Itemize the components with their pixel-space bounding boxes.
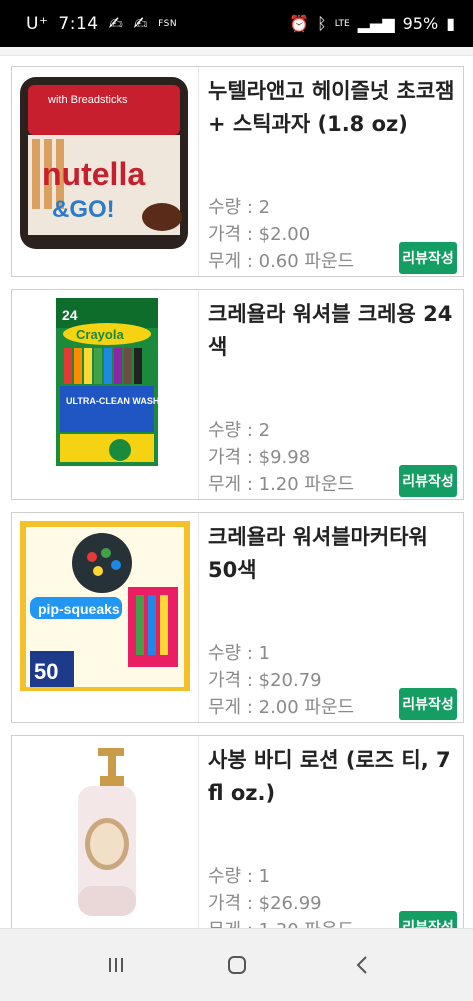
crayon-count-text: 24 [62, 307, 78, 323]
crayola-marker-tower-product-image: pip-squeaks 50 [20, 521, 190, 691]
nutella-top-text: with Breadsticks [47, 94, 128, 106]
order-item-list[interactable]: with Breadsticks nutella &GO! 누텔라앤고 헤이즐넛… [0, 55, 473, 928]
status-bar: U⁺ 7:14 ✍ ✍ FSN ⏰ ᛒ LTE ▂▄▆ 95% ▮ [0, 0, 473, 47]
item-quantity: 수량 : 1 [208, 866, 271, 887]
item-price: 가격 : $2.00 [208, 224, 311, 245]
signal-icon: ▂▄▆ [357, 14, 395, 33]
item-weight: 무게 : 2.00 파운드 [208, 697, 355, 718]
write-review-button[interactable]: 리뷰작성 [399, 688, 457, 720]
item-title[interactable]: 크레욜라 워셔블 크레용 24색 [208, 298, 458, 364]
marker-brand-text: pip-squeaks [38, 601, 120, 617]
order-item-card[interactable]: with Breadsticks nutella &GO! 누텔라앤고 헤이즐넛… [11, 66, 464, 277]
battery-icon: ▮ [446, 14, 455, 33]
status-extra-label: FSN [158, 19, 178, 29]
item-price: 가격 : $9.98 [208, 447, 311, 468]
sabon-body-lotion-product-image [78, 748, 136, 916]
crayon-brand-text: Crayola [76, 327, 124, 342]
item-weight: 무게 : 1.30 파운드 [208, 916, 354, 928]
write-review-button[interactable]: 리뷰작성 [399, 465, 457, 497]
nutella-brand-text: nutella [42, 156, 145, 192]
nutella-sub-text: &GO! [52, 196, 115, 223]
marker-count-text: 50 [34, 659, 58, 684]
clock: 7:14 [58, 14, 99, 34]
order-item-card[interactable]: 사봉 바디 로션 (로즈 티, 7 fl oz.) 수량 : 1 가격 : $2… [11, 735, 464, 928]
order-item-card[interactable]: 24 Crayola ULTRA-CLEAN WASHABLE CRAYONS … [11, 289, 464, 500]
item-quantity: 수량 : 1 [208, 643, 271, 664]
crayola-crayons-product-image: 24 Crayola ULTRA-CLEAN WASHABLE CRAYONS [56, 298, 198, 466]
crayon-sub-text: ULTRA-CLEAN WASHABLE CRAYONS [66, 396, 198, 406]
item-weight: 무게 : 1.20 파운드 [208, 474, 355, 495]
bluetooth-icon: ᛒ [317, 14, 327, 33]
back-icon[interactable] [342, 947, 382, 983]
item-title[interactable]: 크레욜라 워셔블마커타워 50색 [208, 521, 458, 587]
alarm-icon: ⏰ [289, 14, 310, 33]
notification-icon: ✍ [133, 14, 149, 34]
nutella-go-product-image: with Breadsticks nutella &GO! [20, 77, 188, 249]
home-icon[interactable] [217, 947, 257, 983]
item-quantity: 수량 : 2 [208, 197, 271, 218]
order-item-card[interactable]: pip-squeaks 50 크레욜라 워셔블마커타워 50색 수량 : 1 가… [11, 512, 464, 723]
item-title[interactable]: 누텔라앤고 헤이즐넛 초코잼 + 스틱과자 (1.8 oz) [208, 75, 458, 141]
item-title[interactable]: 사봉 바디 로션 (로즈 티, 7 fl oz.) [208, 744, 458, 810]
carrier-label: U⁺ [26, 14, 49, 34]
notification-icon: ✍ [108, 14, 124, 34]
write-review-button[interactable]: 리뷰작성 [399, 911, 457, 928]
item-price: 가격 : $26.99 [208, 893, 322, 914]
item-price: 가격 : $20.79 [208, 670, 322, 691]
item-weight: 무게 : 0.60 파운드 [208, 251, 355, 272]
network-type: LTE [334, 18, 350, 29]
system-navigation-bar [0, 928, 473, 1001]
write-review-button[interactable]: 리뷰작성 [399, 242, 457, 274]
recent-apps-icon[interactable] [96, 947, 136, 983]
battery-percent: 95% [402, 14, 439, 33]
item-quantity: 수량 : 2 [208, 420, 271, 441]
